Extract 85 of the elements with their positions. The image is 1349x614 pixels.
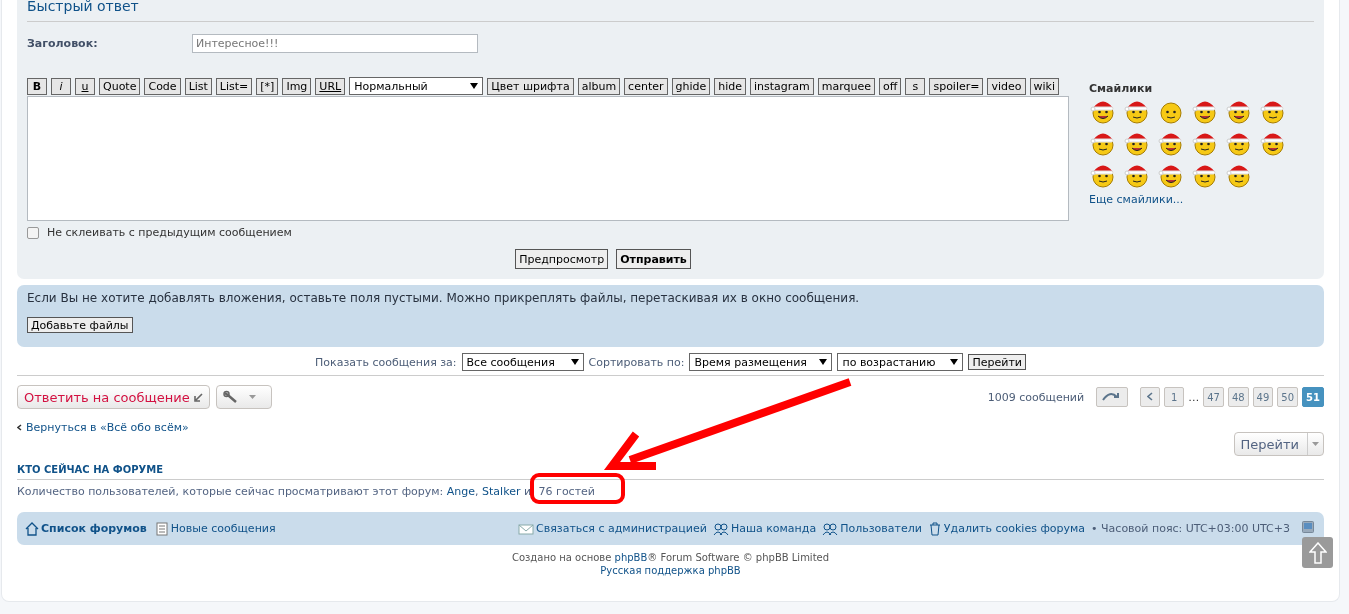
attachments-hint: Если Вы не хотите добавлять вложения, оставьте поля пустыми. Можно прикреплять файлы, перетаскивая их в окно сообщения. xyxy=(27,291,861,305)
nav-link[interactable]: Пользователи xyxy=(822,521,922,536)
page-button[interactable]: 1 xyxy=(1164,387,1185,407)
nav-link[interactable]: Наша команда xyxy=(712,521,817,536)
section-title: Быстрый ответ xyxy=(27,0,139,14)
up-arrow-icon xyxy=(1308,541,1327,564)
ellipsis: … xyxy=(1188,390,1200,404)
nav-link[interactable]: Удалить cookies форума xyxy=(927,521,1086,536)
period-select[interactable]: Все сообщения xyxy=(461,353,584,371)
caret-icon xyxy=(1312,442,1319,446)
submit-button[interactable]: Отправить xyxy=(616,249,691,269)
caret-icon xyxy=(950,359,959,365)
format-button[interactable]: Img xyxy=(282,77,312,95)
users-icon xyxy=(822,521,839,536)
sort-label: Сортировать по: xyxy=(588,355,685,369)
format-button[interactable]: album xyxy=(577,77,621,95)
chevron-left-icon xyxy=(17,424,22,431)
filter-label: Показать сообщения за: xyxy=(315,355,457,369)
home-icon xyxy=(25,521,39,536)
format-button[interactable]: u xyxy=(75,77,95,95)
jump-to-page-button[interactable] xyxy=(1096,387,1129,407)
back-link[interactable]: Вернуться в «Всё обо всём» xyxy=(26,421,189,434)
envelope-icon xyxy=(518,521,535,536)
arrow-icon xyxy=(193,392,203,402)
jump-button[interactable]: Перейти xyxy=(1233,432,1324,456)
footer-link[interactable]: Русская поддержка phpBB xyxy=(600,565,741,576)
preview-button[interactable]: Предпросмотр xyxy=(515,249,609,269)
wrench-icon xyxy=(222,390,239,404)
smilies-title: Смайлики xyxy=(1089,82,1154,95)
format-button[interactable]: List= xyxy=(215,77,253,95)
more-smilies-link[interactable]: Еще смайлики... xyxy=(1089,193,1184,206)
nav-link[interactable]: Новые сообщения xyxy=(154,521,276,536)
field-label: Заголовок: xyxy=(27,37,99,50)
format-button[interactable]: Quote xyxy=(99,77,141,95)
caret-icon xyxy=(470,83,479,89)
chevron-left-icon xyxy=(1147,391,1154,401)
checkbox-label: Не склеивать с предыдущим сообщением xyxy=(47,226,292,239)
caret-icon xyxy=(819,359,828,365)
format-button[interactable]: Code xyxy=(144,77,181,95)
format-button[interactable]: hide xyxy=(714,77,747,95)
format-button[interactable]: center xyxy=(624,77,668,95)
format-button[interactable]: marquee xyxy=(817,77,876,95)
post-count: 1009 сообщений xyxy=(987,390,1085,404)
format-button[interactable]: video xyxy=(987,77,1026,95)
add-files-button[interactable]: Добавьте файлы xyxy=(27,317,133,333)
page-button[interactable]: 48 xyxy=(1227,387,1249,407)
user-link[interactable]: Ange xyxy=(446,485,476,498)
format-button[interactable]: [*] xyxy=(256,77,279,95)
document-icon xyxy=(154,521,169,536)
scroll-top-button[interactable] xyxy=(1302,537,1333,568)
nav-link[interactable]: Список форумов xyxy=(25,521,147,536)
format-button[interactable]: s xyxy=(905,77,926,95)
reply-button[interactable]: Ответить на сообщение xyxy=(17,385,210,409)
format-button[interactable]: i xyxy=(51,77,71,95)
format-button[interactable]: ghide xyxy=(671,77,711,95)
format-button[interactable]: URL xyxy=(315,77,346,95)
nav-link[interactable]: Связаться с администрацией xyxy=(518,521,707,536)
previous-page-button[interactable] xyxy=(1140,387,1161,407)
format-button[interactable]: Цвет шрифта xyxy=(487,77,574,95)
tools-button[interactable] xyxy=(215,385,272,409)
section-heading: КТО СЕЙЧАС НА ФОРУМЕ xyxy=(17,464,163,475)
timezone-text: • Часовой пояс: UTC+03:00 UTC+3 xyxy=(1091,522,1290,535)
page-button[interactable]: 47 xyxy=(1203,387,1224,407)
users-icon xyxy=(712,521,729,536)
page-button[interactable]: 49 xyxy=(1252,387,1274,407)
caret-icon xyxy=(248,395,256,399)
go-button[interactable]: Перейти xyxy=(968,354,1026,370)
sort-select[interactable]: Время размещения xyxy=(689,353,833,371)
format-button[interactable]: off xyxy=(879,77,902,95)
footer-link[interactable]: phpBB xyxy=(614,552,648,563)
subject-field[interactable]: Интересное!!! xyxy=(192,34,478,53)
format-button[interactable]: B xyxy=(27,77,47,95)
trash-icon xyxy=(927,521,942,536)
online-users-text: Количество пользователей, которые сейчас просматривают этот форум: Ange, Stalker и 76 гостей xyxy=(17,485,1324,498)
font-size-select[interactable]: Нормальный xyxy=(349,77,484,95)
format-button[interactable]: spoiler= xyxy=(929,77,984,95)
format-button[interactable]: List xyxy=(184,77,212,95)
order-select[interactable]: по возрастанию xyxy=(837,353,964,371)
format-button[interactable]: wiki xyxy=(1029,77,1059,95)
user-link[interactable]: Stalker xyxy=(482,485,521,498)
mobile-icon[interactable] xyxy=(1302,520,1314,533)
format-button[interactable]: instagram xyxy=(750,77,814,95)
caret-icon xyxy=(570,359,579,365)
checkbox[interactable] xyxy=(27,226,39,239)
page-button[interactable]: 50 xyxy=(1277,387,1299,407)
